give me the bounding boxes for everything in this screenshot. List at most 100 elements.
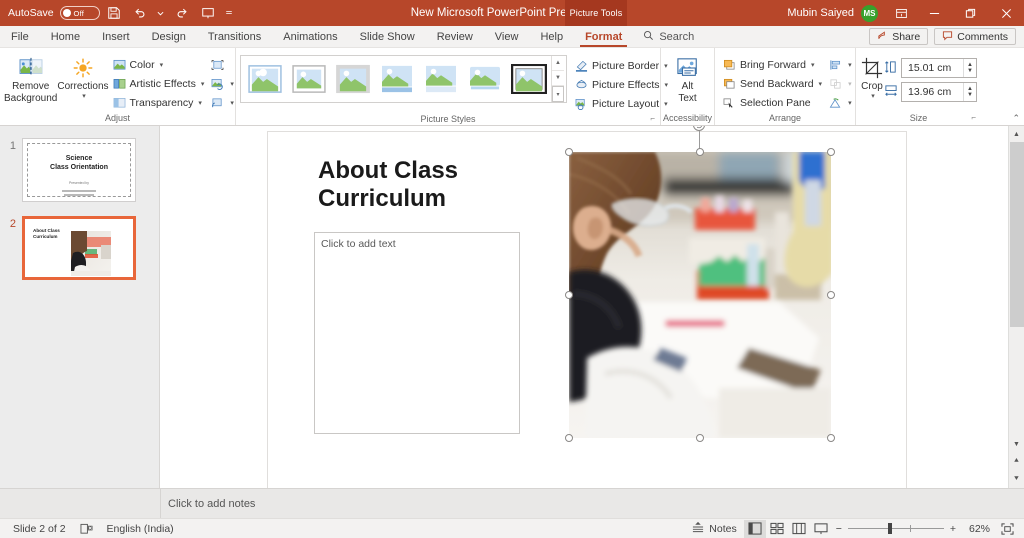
scrollbar-thumb[interactable] (1010, 142, 1024, 327)
shape-height-spinner[interactable]: ▲▼ (963, 59, 976, 77)
close-button[interactable] (988, 0, 1024, 26)
picture-style-option-1[interactable] (245, 59, 285, 99)
bring-forward-button[interactable]: Bring Forward ▾ (719, 55, 825, 74)
comments-button[interactable]: Comments (934, 28, 1016, 45)
slide-thumbnail-1-frame[interactable]: Science Class Orientation Presented by (22, 138, 136, 202)
redo-icon[interactable] (170, 2, 194, 24)
group-objects-button[interactable]: ▾ (825, 74, 855, 93)
slide-thumbnail-1[interactable]: 1 Science Class Orientation Presented by (0, 138, 159, 216)
resize-handle-top-center[interactable] (696, 148, 704, 156)
picture-styles-dialog-launcher-icon[interactable]: ⌐ (650, 112, 655, 125)
rotation-handle[interactable] (693, 126, 705, 131)
group-objects-dropdown-icon[interactable]: ▾ (848, 80, 852, 88)
resize-handle-top-left[interactable] (565, 148, 573, 156)
zoom-out-button[interactable]: − (836, 523, 842, 535)
start-presentation-icon[interactable] (196, 2, 220, 24)
resize-handle-bottom-center[interactable] (696, 434, 704, 442)
tab-design[interactable]: Design (141, 26, 197, 47)
tab-animations[interactable]: Animations (272, 26, 348, 47)
slide-sorter-view-button[interactable] (766, 520, 788, 538)
language-indicator[interactable]: English (India) (100, 523, 181, 535)
previous-slide-button[interactable]: ⯅ (1009, 452, 1024, 470)
share-button[interactable]: Share (869, 28, 928, 45)
size-dialog-launcher-icon[interactable]: ⌐ (971, 111, 976, 124)
tab-home[interactable]: Home (40, 26, 91, 47)
transparency-dropdown-icon[interactable]: ▾ (198, 99, 202, 107)
scroll-up-icon[interactable]: ▲ (1009, 126, 1024, 142)
resize-handle-bottom-left[interactable] (565, 434, 573, 442)
canvas-vertical-scrollbar[interactable]: ▲ ▼ ⯅ ⯆ (1008, 126, 1024, 488)
width-spin-down-icon[interactable]: ▼ (967, 92, 973, 98)
resize-handle-middle-left[interactable] (565, 291, 573, 299)
tab-help[interactable]: Help (529, 26, 574, 47)
shape-width-field[interactable]: 13.96 cm ▲▼ (901, 82, 977, 102)
rotate-objects-button[interactable]: ▾ (825, 93, 855, 112)
zoom-slider-thumb[interactable] (888, 523, 892, 534)
minimize-button[interactable] (916, 0, 952, 26)
compress-pictures-button[interactable] (207, 55, 237, 74)
tab-view[interactable]: View (484, 26, 530, 47)
undo-dropdown-icon[interactable] (154, 2, 168, 24)
corrections-button[interactable]: Corrections ▾ (57, 52, 108, 101)
autosave-control[interactable]: AutoSave Off (8, 6, 100, 20)
account-control[interactable]: Mubin Saiyed MS (787, 5, 886, 22)
notes-pane[interactable]: Click to add notes (0, 488, 1024, 518)
alt-text-button[interactable]: Alt Text (665, 52, 710, 104)
normal-view-button[interactable] (744, 520, 766, 538)
height-spin-down-icon[interactable]: ▼ (967, 68, 973, 74)
gallery-scroll-down-icon[interactable]: ▼ (552, 71, 564, 86)
zoom-level[interactable]: 62% (960, 523, 990, 535)
picture-style-option-2[interactable] (289, 59, 329, 99)
shape-height-field[interactable]: 15.01 cm ▲▼ (901, 58, 977, 78)
reset-picture-dropdown-icon[interactable]: ▾ (230, 99, 234, 107)
scroll-down-icon[interactable]: ▼ (1009, 436, 1024, 452)
tab-insert[interactable]: Insert (91, 26, 141, 47)
corrections-dropdown-icon[interactable]: ▾ (82, 93, 86, 101)
picture-style-option-5[interactable] (421, 59, 461, 99)
color-dropdown-icon[interactable]: ▾ (160, 61, 164, 69)
undo-icon[interactable] (128, 2, 152, 24)
zoom-in-button[interactable]: + (950, 523, 956, 535)
change-picture-button[interactable]: ▾ (207, 74, 237, 93)
tab-transitions[interactable]: Transitions (197, 26, 272, 47)
picture-style-option-3[interactable] (333, 59, 373, 99)
align-objects-button[interactable]: ▾ (825, 55, 855, 74)
collapse-ribbon-icon[interactable]: ⌃ (1012, 113, 1020, 124)
picture-styles-gallery[interactable]: ▲ ▼ ▾ (240, 55, 567, 103)
reading-view-button[interactable] (788, 520, 810, 538)
body-text-placeholder[interactable]: Click to add text (314, 232, 520, 434)
zoom-slider[interactable]: − + (832, 523, 960, 535)
shape-width-spinner[interactable]: ▲▼ (963, 83, 976, 101)
slide-canvas[interactable]: About Class Curriculum Click to add text (267, 131, 907, 488)
autosave-toggle[interactable]: Off (60, 6, 100, 20)
resize-handle-top-right[interactable] (827, 148, 835, 156)
tab-format[interactable]: Format (574, 26, 633, 47)
tab-review[interactable]: Review (426, 26, 484, 47)
scrollbar-track[interactable] (1009, 142, 1024, 436)
zoom-slider-track[interactable] (848, 528, 944, 529)
gallery-more-icon[interactable]: ▾ (552, 86, 564, 102)
tab-file[interactable]: File (0, 26, 40, 47)
picture-border-button[interactable]: Picture Border ▾ (571, 56, 671, 75)
selection-pane-button[interactable]: Selection Pane (719, 93, 825, 112)
search-box[interactable]: Search (633, 26, 704, 47)
send-backward-button[interactable]: Send Backward ▾ (719, 74, 825, 93)
transparency-button[interactable]: Transparency ▾ (109, 93, 208, 112)
fit-to-window-button[interactable] (996, 520, 1018, 538)
remove-background-button[interactable]: Remove Background (4, 52, 57, 104)
resize-handle-bottom-right[interactable] (827, 434, 835, 442)
picture-style-option-7-selected[interactable] (509, 59, 549, 99)
customize-qat-icon[interactable] (222, 2, 236, 24)
rotate-objects-dropdown-icon[interactable]: ▾ (848, 99, 852, 107)
save-icon[interactable] (102, 2, 126, 24)
reset-picture-button[interactable]: ▾ (207, 93, 237, 112)
bring-forward-dropdown-icon[interactable]: ▾ (811, 61, 815, 69)
science-lab-photo[interactable] (569, 152, 831, 438)
ribbon-display-options-icon[interactable] (886, 0, 916, 26)
gallery-scroll-up-icon[interactable]: ▲ (552, 56, 564, 71)
accessibility-checker-icon[interactable] (73, 523, 100, 535)
picture-layout-button[interactable]: Picture Layout ▾ (571, 94, 671, 113)
slide-indicator[interactable]: Slide 2 of 2 (6, 523, 73, 535)
restore-button[interactable] (952, 0, 988, 26)
crop-dropdown-icon[interactable]: ▾ (871, 93, 875, 101)
